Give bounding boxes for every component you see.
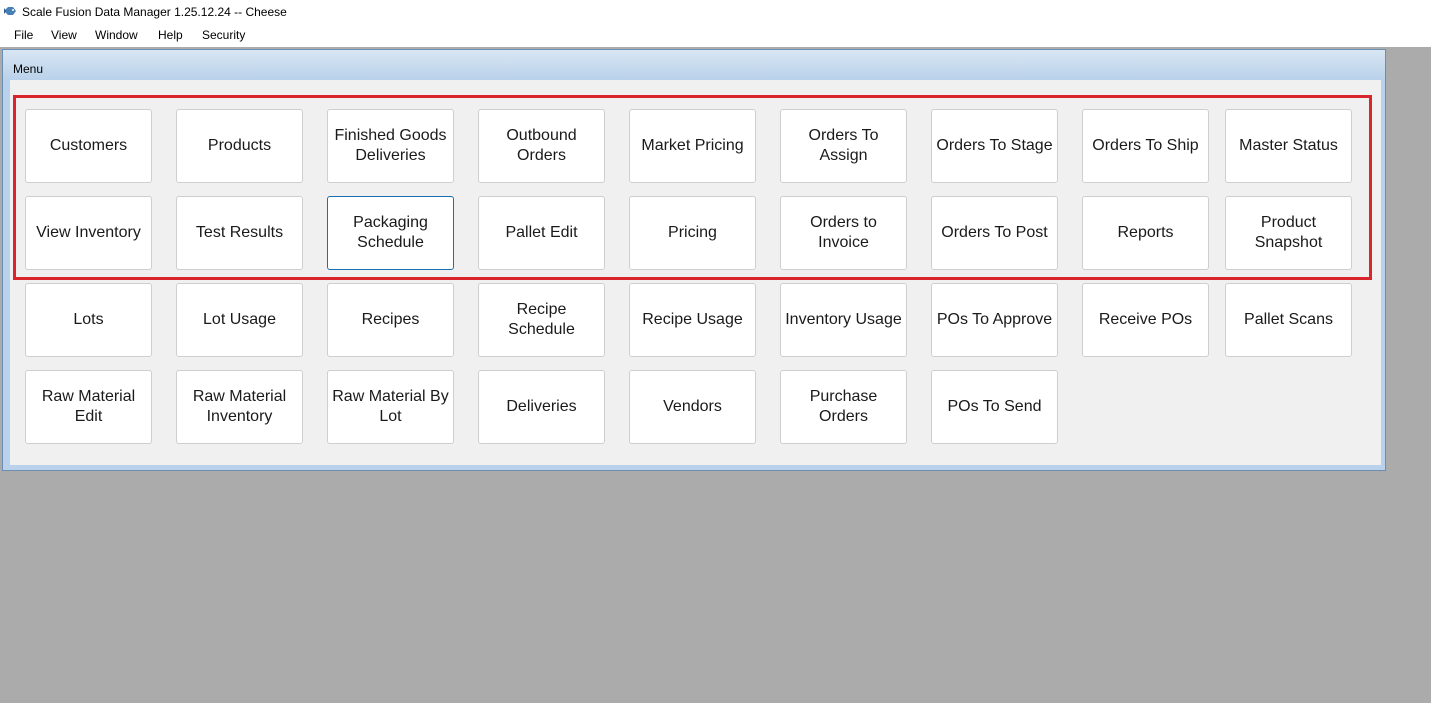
- pricing-button[interactable]: Pricing: [629, 196, 756, 270]
- menu-help[interactable]: Help: [158, 28, 183, 42]
- lots-button[interactable]: Lots: [25, 283, 152, 357]
- orders-to-ship-button[interactable]: Orders To Ship: [1082, 109, 1209, 183]
- raw-material-by-lot-button[interactable]: Raw Material By Lot: [327, 370, 454, 444]
- lot-usage-button[interactable]: Lot Usage: [176, 283, 303, 357]
- receive-pos-button[interactable]: Receive POs: [1082, 283, 1209, 357]
- product-snapshot-button[interactable]: Product Snapshot: [1225, 196, 1352, 270]
- raw-material-edit-button[interactable]: Raw Material Edit: [25, 370, 152, 444]
- recipe-usage-button[interactable]: Recipe Usage: [629, 283, 756, 357]
- customers-button[interactable]: Customers: [25, 109, 152, 183]
- purchase-orders-button[interactable]: Purchase Orders: [780, 370, 907, 444]
- test-results-button[interactable]: Test Results: [176, 196, 303, 270]
- raw-material-inventory-button[interactable]: Raw Material Inventory: [176, 370, 303, 444]
- reports-button[interactable]: Reports: [1082, 196, 1209, 270]
- orders-to-assign-button[interactable]: Orders To Assign: [780, 109, 907, 183]
- outbound-orders-button[interactable]: Outbound Orders: [478, 109, 605, 183]
- child-window-title: Menu: [13, 62, 44, 76]
- pos-to-send-button[interactable]: POs To Send: [931, 370, 1058, 444]
- window-title: Scale Fusion Data Manager 1.25.12.24 -- …: [22, 5, 287, 19]
- menu-view[interactable]: View: [51, 28, 77, 42]
- pallet-edit-button[interactable]: Pallet Edit: [478, 196, 605, 270]
- recipes-button[interactable]: Recipes: [327, 283, 454, 357]
- fish-logo-icon: [4, 7, 16, 15]
- market-pricing-button[interactable]: Market Pricing: [629, 109, 756, 183]
- orders-to-stage-button[interactable]: Orders To Stage: [931, 109, 1058, 183]
- title-bar: Scale Fusion Data Manager 1.25.12.24 -- …: [0, 0, 1431, 24]
- master-status-button[interactable]: Master Status: [1225, 109, 1352, 183]
- pallet-scans-button[interactable]: Pallet Scans: [1225, 283, 1352, 357]
- menu-window[interactable]: Window: [95, 28, 138, 42]
- orders-to-invoice-button[interactable]: Orders to Invoice: [780, 196, 907, 270]
- vendors-button[interactable]: Vendors: [629, 370, 756, 444]
- finished-goods-deliveries-button[interactable]: Finished Goods Deliveries: [327, 109, 454, 183]
- child-window-titlebar[interactable]: Menu: [3, 50, 1385, 80]
- menu-file[interactable]: File: [14, 28, 33, 42]
- packaging-schedule-button[interactable]: Packaging Schedule: [327, 196, 454, 270]
- deliveries-button[interactable]: Deliveries: [478, 370, 605, 444]
- pos-to-approve-button[interactable]: POs To Approve: [931, 283, 1058, 357]
- inventory-usage-button[interactable]: Inventory Usage: [780, 283, 907, 357]
- menu-security[interactable]: Security: [202, 28, 245, 42]
- products-button[interactable]: Products: [176, 109, 303, 183]
- view-inventory-button[interactable]: View Inventory: [25, 196, 152, 270]
- menu-bar: File View Window Help Security: [0, 24, 1431, 47]
- recipe-schedule-button[interactable]: Recipe Schedule: [478, 283, 605, 357]
- orders-to-post-button[interactable]: Orders To Post: [931, 196, 1058, 270]
